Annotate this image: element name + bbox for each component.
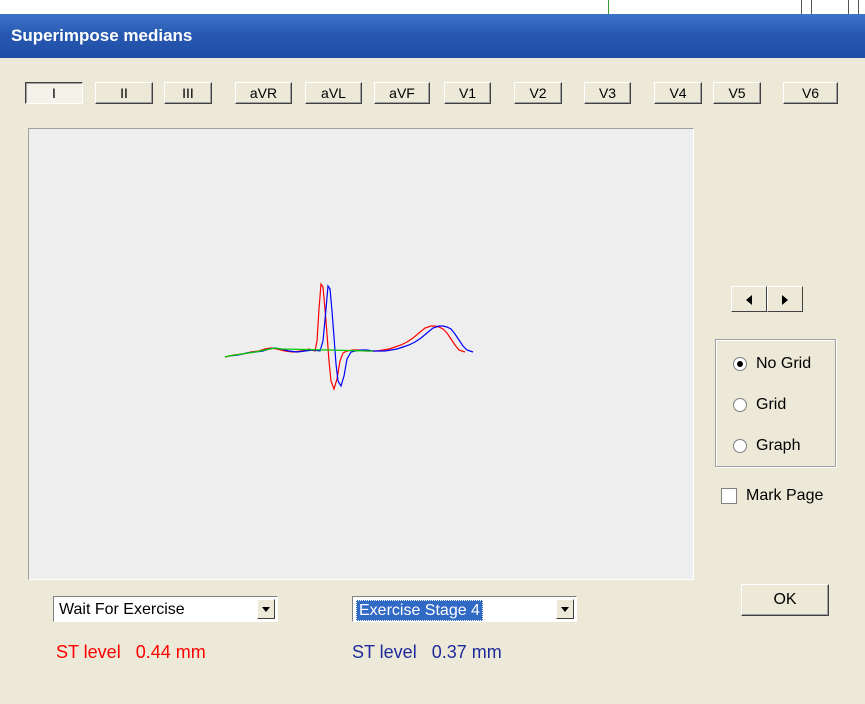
lead-button-v5[interactable]: V5 xyxy=(713,82,761,104)
left-stage-select[interactable]: Wait For Exercise xyxy=(53,596,278,622)
right-st-label: ST level xyxy=(352,642,417,662)
right-arrow-icon xyxy=(782,295,788,305)
lead-button-iii[interactable]: III xyxy=(164,82,212,104)
mark-page-label: Mark Page xyxy=(746,487,824,504)
right-st-value: 0.37 mm xyxy=(431,642,502,662)
chevron-down-icon xyxy=(561,607,569,612)
left-stage-dropdown-button[interactable] xyxy=(257,599,275,619)
left-stage-value: Wait For Exercise xyxy=(59,601,185,618)
background-window-strip xyxy=(0,0,865,14)
previous-lead-button[interactable] xyxy=(731,286,767,312)
radio-grid-indicator[interactable] xyxy=(733,398,747,412)
right-st-level: ST level 0.37 mm xyxy=(352,642,502,663)
window-title: Superimpose medians xyxy=(11,26,193,45)
lead-button-v6[interactable]: V6 xyxy=(783,82,838,104)
chevron-down-icon xyxy=(262,607,270,612)
lead-button-v2[interactable]: V2 xyxy=(514,82,562,104)
ecg-trace-svg xyxy=(224,282,474,391)
left-st-label: ST level xyxy=(56,642,121,662)
lead-button-avf[interactable]: aVF xyxy=(374,82,430,104)
ok-button[interactable]: OK xyxy=(741,584,829,616)
radio-no-grid-label: No Grid xyxy=(756,355,812,372)
radio-no-grid-indicator[interactable] xyxy=(733,357,747,371)
radio-grid-label: Grid xyxy=(756,396,787,413)
left-arrow-icon xyxy=(746,295,752,305)
lead-button-avl[interactable]: aVL xyxy=(305,82,362,104)
radio-graph-indicator[interactable] xyxy=(733,439,747,453)
left-st-level: ST level 0.44 mm xyxy=(56,642,206,663)
left-st-value: 0.44 mm xyxy=(135,642,206,662)
right-stage-select[interactable]: Exercise Stage 4 xyxy=(352,596,577,622)
right-stage-value: Exercise Stage 4 xyxy=(356,600,483,621)
next-lead-button[interactable] xyxy=(767,286,803,312)
lead-button-avr[interactable]: aVR xyxy=(235,82,292,104)
lead-button-ii[interactable]: II xyxy=(95,82,153,104)
median-plot-area xyxy=(28,128,694,580)
radio-graph-label: Graph xyxy=(756,437,801,454)
right-stage-dropdown-button[interactable] xyxy=(556,599,574,619)
median-trace-blue xyxy=(228,284,474,388)
lead-button-v3[interactable]: V3 xyxy=(584,82,631,104)
lead-button-v4[interactable]: V4 xyxy=(654,82,702,104)
mark-page-checkbox[interactable] xyxy=(721,488,737,504)
lead-button-i[interactable]: I xyxy=(25,82,83,104)
lead-button-v1[interactable]: V1 xyxy=(444,82,491,104)
